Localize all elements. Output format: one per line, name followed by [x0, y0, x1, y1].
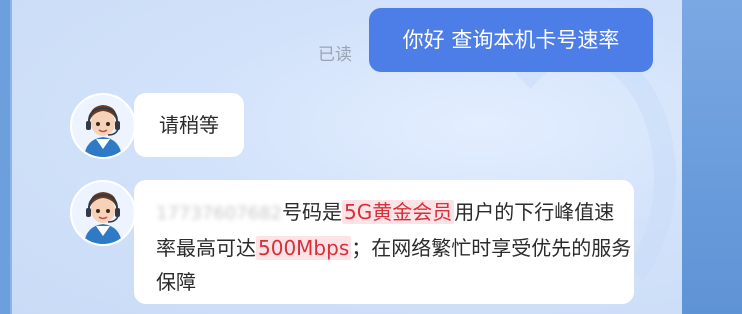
masked-phone-number: 17737607682 [156, 203, 282, 224]
agent-avatar-icon[interactable] [70, 180, 136, 246]
user-message-bubble: 你好 查询本机卡号速率 [369, 8, 653, 72]
read-receipt-label: 已读 [318, 45, 352, 65]
agent-message-bubble: 请稍等 [134, 93, 244, 157]
right-background-strip [682, 0, 742, 314]
agent-avatar-icon[interactable] [70, 93, 136, 159]
message-text: 号码是 [281, 200, 342, 224]
highlight-membership: 5G黄金会员 [341, 200, 455, 224]
highlight-speed: 500Mbps [256, 236, 352, 260]
agent-message-bubble: 17737607682号码是 5G黄金会员 用户的下行峰值速率最高可达 500Mbps… [134, 180, 634, 304]
